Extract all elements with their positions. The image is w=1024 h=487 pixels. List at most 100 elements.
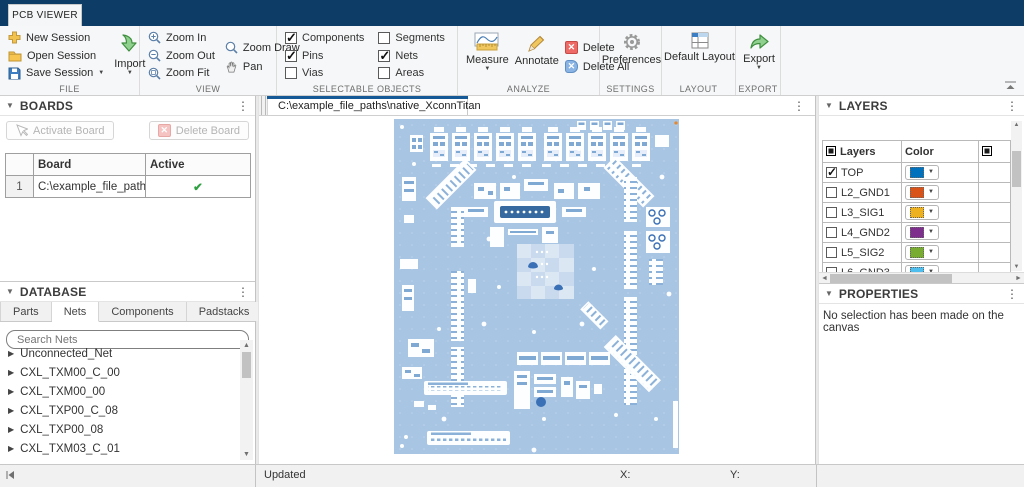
checkbox-areas[interactable]: Areas xyxy=(378,65,445,81)
layer-color-dropdown[interactable]: ▼ xyxy=(905,185,939,200)
pcb-canvas[interactable] xyxy=(259,116,815,464)
delete-board-button[interactable]: ✕ Delete Board xyxy=(149,121,249,140)
layer-visibility-checkbox[interactable] xyxy=(826,207,837,218)
layer-color-dropdown[interactable]: ▼ xyxy=(905,165,939,180)
panel-menu-icon[interactable]: ⋮ xyxy=(1006,99,1018,113)
layer-color-dropdown[interactable]: ▼ xyxy=(905,245,939,260)
collapse-chevron-icon[interactable]: ▼ xyxy=(825,289,833,298)
layer-visibility-checkbox[interactable] xyxy=(826,247,837,258)
layers-panel-title: LAYERS xyxy=(839,99,888,113)
net-list-item[interactable]: ▶CXL_TXP00_08 xyxy=(0,420,239,439)
layer-row[interactable]: L2_GND1 ▼ xyxy=(823,183,1011,203)
board-path-cell[interactable]: C:\example_file_paths\... xyxy=(34,176,146,198)
layer-row[interactable]: TOP ▼ xyxy=(823,163,1011,183)
pcb-board-render xyxy=(394,119,679,454)
layers-table-header: Layers Color xyxy=(823,141,1011,163)
layer-row[interactable]: L6_GND3 ▼ xyxy=(823,263,1011,273)
scroll-to-start-icon[interactable] xyxy=(5,470,15,483)
nets-checkbox[interactable] xyxy=(378,50,390,62)
scroll-down-icon[interactable]: ▼ xyxy=(240,449,253,460)
tab-padstacks[interactable]: Padstacks xyxy=(187,302,263,321)
chevron-down-icon[interactable]: ▼ xyxy=(484,66,490,72)
export-button[interactable]: Export ▼ xyxy=(744,30,774,82)
zoom-fit-button[interactable]: Zoom Fit xyxy=(148,65,215,81)
pcb-viewer-app: PCB VIEWER New Session Open Session Save… xyxy=(0,0,1024,487)
expand-triangle-icon[interactable]: ▶ xyxy=(8,406,14,415)
layers-horizontal-scrollbar[interactable]: ◄ ► xyxy=(819,272,1024,283)
status-bar: Updated X: Y: xyxy=(0,464,1024,487)
activate-board-button[interactable]: Activate Board xyxy=(6,121,114,140)
expand-triangle-icon[interactable]: ▶ xyxy=(8,349,14,358)
scroll-up-icon[interactable]: ▲ xyxy=(240,340,253,351)
panel-menu-icon[interactable]: ⋮ xyxy=(1006,287,1018,301)
net-list-item[interactable]: ▶Unconnected_Net xyxy=(0,344,239,363)
layer-color-dropdown[interactable]: ▼ xyxy=(905,225,939,240)
tab-nets[interactable]: Nets xyxy=(52,302,100,322)
scroll-up-icon[interactable]: ▲ xyxy=(1011,122,1022,128)
net-list-item[interactable]: ▶CXL_TXM03_C_01 xyxy=(0,439,239,458)
scrollbar-thumb[interactable] xyxy=(1012,151,1021,187)
zoom-in-button[interactable]: Zoom In xyxy=(148,30,215,46)
layer-color-dropdown[interactable]: ▼ xyxy=(905,205,939,220)
save-session-button[interactable]: Save Session ▼ xyxy=(8,65,104,81)
checkbox-vias[interactable]: Vias xyxy=(285,65,364,81)
default-layout-button[interactable]: Default Layout xyxy=(670,30,729,82)
ribbon-group-analyze: Measure ▼ Annotate ✕ Delete ✕ Delete All… xyxy=(458,26,600,95)
net-list-item[interactable]: ▶CXL_TXP00_C_08 xyxy=(0,401,239,420)
pins-checkbox[interactable] xyxy=(285,50,297,62)
chevron-down-icon[interactable]: ▼ xyxy=(756,65,762,71)
tab-parts[interactable]: Parts xyxy=(1,302,52,321)
layer-visibility-checkbox[interactable] xyxy=(826,187,837,198)
collapse-ribbon-icon[interactable] xyxy=(1004,81,1018,91)
zoom-out-icon xyxy=(148,49,161,62)
vias-checkbox[interactable] xyxy=(285,67,297,79)
expand-triangle-icon[interactable]: ▶ xyxy=(8,425,14,434)
layer-color-dropdown[interactable]: ▼ xyxy=(905,265,939,273)
expand-triangle-icon[interactable]: ▶ xyxy=(8,444,14,453)
collapse-chevron-icon[interactable]: ▼ xyxy=(6,101,14,110)
panel-menu-icon[interactable]: ⋮ xyxy=(237,99,249,113)
collapse-chevron-icon[interactable]: ▼ xyxy=(6,287,14,296)
zoom-out-button[interactable]: Zoom Out xyxy=(148,48,215,64)
segments-checkbox[interactable] xyxy=(378,32,390,44)
scrollbar-thumb[interactable] xyxy=(242,352,251,378)
open-session-button[interactable]: Open Session xyxy=(8,48,104,64)
tab-menu-icon[interactable]: ⋮ xyxy=(793,99,805,113)
checkbox-segments[interactable]: Segments xyxy=(378,30,445,46)
board-row[interactable]: 1 C:\example_file_paths\... ✔ xyxy=(6,176,251,198)
checkbox-components[interactable]: Components xyxy=(285,30,364,46)
right-panel: ▼ LAYERS ⋮ Layers Color TOP ▼ L2_GND1 xyxy=(818,96,1024,464)
new-session-button[interactable]: New Session xyxy=(8,30,104,46)
expand-triangle-icon[interactable]: ▶ xyxy=(8,368,14,377)
select-all-checkbox-icon[interactable] xyxy=(826,146,836,156)
layer-row[interactable]: L5_SIG2 ▼ xyxy=(823,243,1011,263)
chevron-down-icon[interactable]: ▼ xyxy=(127,70,133,76)
ribbon-tab-pcb-viewer[interactable]: PCB VIEWER xyxy=(8,4,82,26)
components-checkbox[interactable] xyxy=(285,32,297,44)
tab-components[interactable]: Components xyxy=(99,302,186,321)
layers-vertical-scrollbar[interactable]: ▲ ▼ xyxy=(1011,121,1022,271)
panel-menu-icon[interactable]: ⋮ xyxy=(237,285,249,299)
document-tab[interactable]: C:\example_file_paths\native_XconnTitan xyxy=(268,96,468,115)
select-all-checkbox-icon[interactable] xyxy=(982,146,992,156)
left-panel-hscrollbar[interactable] xyxy=(0,465,256,487)
net-list-item[interactable]: ▶CXL_TXM00_00 xyxy=(0,382,239,401)
areas-checkbox[interactable] xyxy=(378,67,390,79)
scroll-down-icon[interactable]: ▼ xyxy=(1011,264,1022,270)
layer-visibility-checkbox[interactable] xyxy=(826,227,837,238)
net-list-item[interactable]: ▶CXL_TXM00_C_00 xyxy=(0,363,239,382)
layer-visibility-checkbox[interactable] xyxy=(826,167,837,178)
ribbon-group-settings: Preferences SETTINGS xyxy=(600,26,662,95)
chevron-down-icon[interactable]: ▼ xyxy=(98,70,104,76)
scrollbar-thumb[interactable] xyxy=(830,274,952,283)
checkbox-nets[interactable]: Nets xyxy=(378,48,445,64)
collapse-chevron-icon[interactable]: ▼ xyxy=(825,101,833,110)
nets-scrollbar[interactable]: ▲ ▼ xyxy=(240,340,253,460)
measure-button[interactable]: Measure ▼ xyxy=(466,30,509,82)
preferences-button[interactable]: Preferences xyxy=(608,30,655,82)
layer-row[interactable]: L3_SIG1 ▼ xyxy=(823,203,1011,223)
annotate-button[interactable]: Annotate xyxy=(515,30,559,82)
layer-row[interactable]: L4_GND2 ▼ xyxy=(823,223,1011,243)
checkbox-pins[interactable]: Pins xyxy=(285,48,364,64)
expand-triangle-icon[interactable]: ▶ xyxy=(8,387,14,396)
